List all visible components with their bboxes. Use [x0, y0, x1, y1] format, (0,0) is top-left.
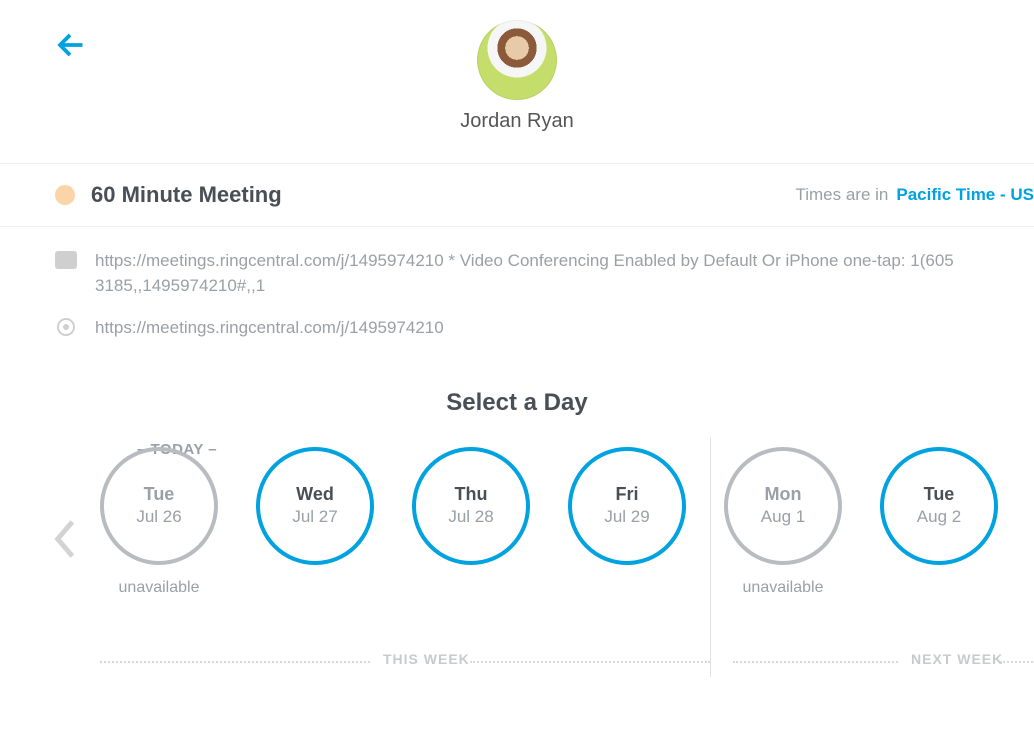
day-option: Tue Jul 26 unavailable [100, 447, 218, 597]
description-text: https://meetings.ringcentral.com/j/14959… [95, 249, 1034, 298]
event-color-dot [55, 185, 75, 205]
day-circle[interactable]: Wed Jul 27 [256, 447, 374, 565]
day-date: Jul 27 [292, 507, 337, 527]
chevron-left-icon [50, 517, 80, 561]
back-button[interactable] [55, 30, 85, 65]
meeting-title: 60 Minute Meeting [91, 182, 795, 208]
calendar: – TODAY – Tue Jul 26 unavailable Wed Jul… [0, 447, 1034, 675]
day-of-week: Tue [924, 484, 955, 505]
timezone-label: Times are in [795, 185, 888, 205]
week-labels: THIS WEEK NEXT WEEK [100, 651, 1014, 675]
day-of-week: Mon [765, 484, 802, 505]
dotted-line [100, 661, 370, 663]
meeting-bar: 60 Minute Meeting Times are in Pacific T… [0, 163, 1034, 227]
day-circle: Mon Aug 1 [724, 447, 842, 565]
day-option: Tue Aug 2 [880, 447, 998, 565]
day-date: Jul 26 [136, 507, 181, 527]
day-option: Fri Jul 29 [568, 447, 686, 565]
this-week-label: THIS WEEK [375, 651, 478, 667]
header: Jordan Ryan [0, 0, 1034, 163]
day-status: unavailable [724, 579, 842, 597]
day-date: Jul 28 [448, 507, 493, 527]
location-text: https://meetings.ringcentral.com/j/14959… [95, 316, 444, 341]
week-divider [710, 437, 711, 677]
day-circle[interactable]: Tue Aug 2 [880, 447, 998, 565]
dotted-line [1000, 661, 1034, 663]
day-of-week: Thu [455, 484, 488, 505]
timezone-selector[interactable]: Pacific Time - US [896, 185, 1034, 205]
chat-icon [55, 251, 77, 269]
location-icon [55, 318, 77, 340]
next-week-label: NEXT WEEK [903, 651, 1011, 667]
day-option: Thu Jul 28 [412, 447, 530, 565]
select-day-heading: Select a Day [0, 389, 1034, 417]
day-list: Tue Jul 26 unavailable Wed Jul 27 Thu Ju… [100, 447, 1014, 597]
location-row: https://meetings.ringcentral.com/j/14959… [55, 316, 1034, 341]
day-of-week: Tue [144, 484, 175, 505]
day-option: Mon Aug 1 unavailable [724, 447, 842, 597]
host-name: Jordan Ryan [0, 110, 1034, 133]
host-avatar [477, 20, 557, 100]
arrow-left-icon [55, 30, 85, 60]
day-of-week: Wed [296, 484, 334, 505]
day-date: Aug 1 [761, 507, 805, 527]
day-option: Wed Jul 27 [256, 447, 374, 565]
meeting-details: https://meetings.ringcentral.com/j/14959… [0, 227, 1034, 369]
description-row: https://meetings.ringcentral.com/j/14959… [55, 249, 1034, 298]
day-status: unavailable [100, 579, 218, 597]
day-date: Jul 29 [604, 507, 649, 527]
day-date: Aug 2 [917, 507, 961, 527]
dotted-line [733, 661, 898, 663]
dotted-line [470, 661, 710, 663]
day-circle[interactable]: Thu Jul 28 [412, 447, 530, 565]
day-circle[interactable]: Fri Jul 29 [568, 447, 686, 565]
day-of-week: Fri [615, 484, 638, 505]
day-circle: Tue Jul 26 [100, 447, 218, 565]
prev-week-button[interactable] [50, 517, 80, 566]
